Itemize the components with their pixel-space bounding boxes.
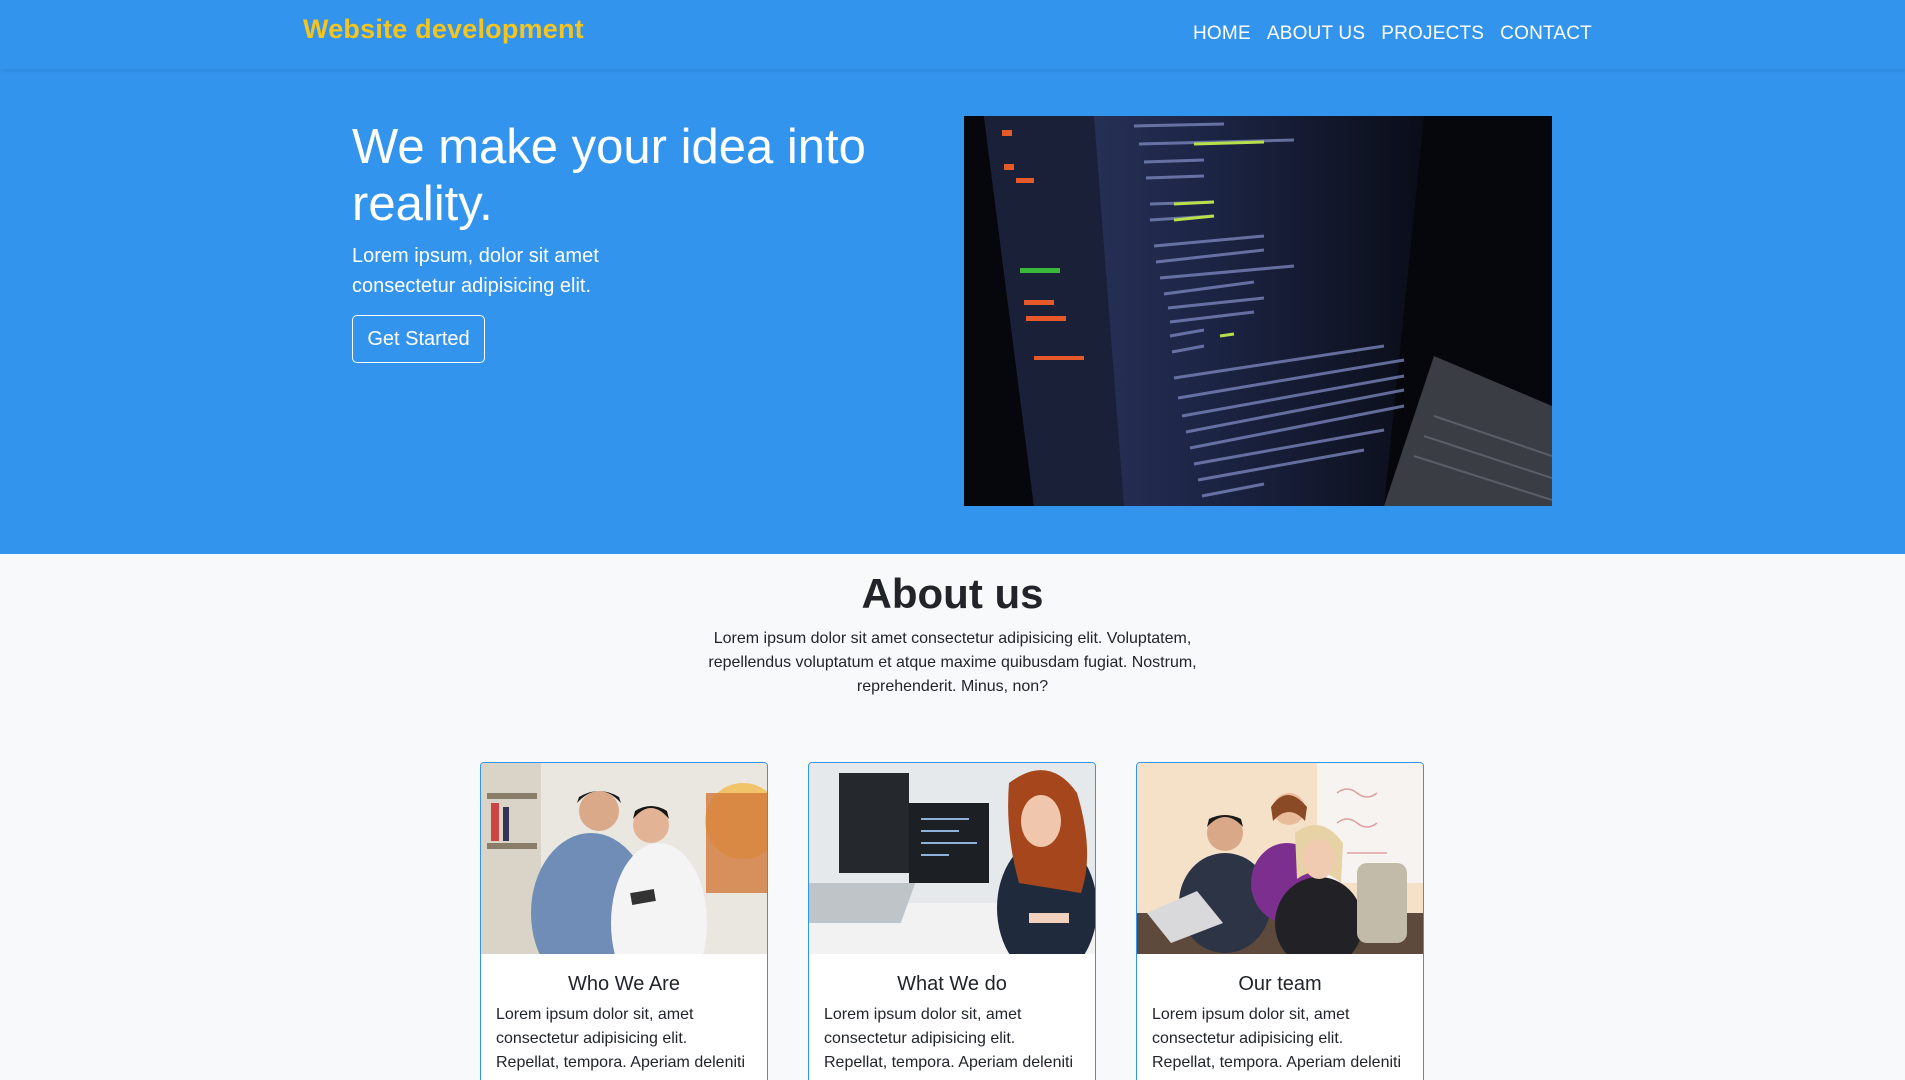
nav-link-about-us[interactable]: ABOUT US [1267,23,1365,45]
hero-title: We make your idea into reality. [352,120,866,231]
get-started-button[interactable]: Get Started [352,315,485,363]
card-text: Lorem ipsum dolor sit, amet consectetur … [1152,1006,1402,1071]
hero-subtitle: Lorem ipsum, dolor sit amet consectetur … [352,245,599,297]
about-us-description: Lorem ipsum dolor sit amet consectetur a… [708,630,1197,695]
card-our-team: Our team Lorem ipsum dolor sit, amet con… [1136,762,1424,1080]
card-image-two-men-phone [481,763,767,954]
nav-link-projects[interactable]: PROJECTS [1381,23,1484,45]
hero-image-code-laptop [964,116,1552,506]
card-title: Who We Are [568,973,680,995]
card-text: Lorem ipsum dolor sit, amet consectetur … [496,1006,746,1071]
card-title: Our team [1238,973,1322,995]
card-text: Lorem ipsum dolor sit, amet consectetur … [824,1006,1074,1071]
card-image-team-laptop [1137,763,1423,954]
hero-section: We make your idea into reality. Lorem ip… [0,69,1905,554]
card-image-woman-computer [809,763,1095,954]
code-screen-illustration [964,116,1552,506]
navbar: Website development HOME ABOUT US PROJEC… [0,0,1905,69]
card-who-we-are: Who We Are Lorem ipsum dolor sit, amet c… [480,762,768,1080]
about-us-heading: About us [861,570,1044,617]
card-what-we-do: What We do Lorem ipsum dolor sit, amet c… [808,762,1096,1080]
nav-link-contact[interactable]: CONTACT [1500,23,1592,45]
card-title: What We do [897,973,1007,995]
nav-link-home[interactable]: HOME [1193,23,1251,45]
brand-logo[interactable]: Website development [303,14,584,45]
nav-links: HOME ABOUT US PROJECTS CONTACT [1193,23,1592,45]
